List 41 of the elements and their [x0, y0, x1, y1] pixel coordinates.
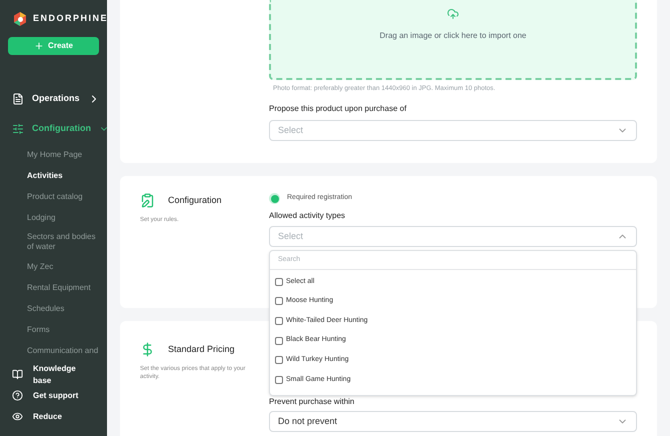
checkbox[interactable]	[275, 278, 283, 286]
checkbox[interactable]	[275, 316, 283, 325]
section-title: Standard Pricing	[168, 342, 235, 356]
section-title: Configuration	[168, 194, 222, 207]
nav-subitem[interactable]: Lodging	[0, 207, 107, 228]
checkbox[interactable]	[275, 336, 283, 345]
document-icon	[12, 93, 24, 105]
dollar-icon	[140, 342, 155, 357]
brand-name: ENDORPHINE	[33, 12, 108, 26]
upload-icon	[447, 8, 459, 20]
nav-subitem[interactable]: Activities	[0, 165, 107, 186]
nav-subitem[interactable]: My Zec	[0, 256, 107, 277]
nav-subitem[interactable]: Forms	[0, 319, 107, 340]
nav-subitem[interactable]: Rental Equipment	[0, 277, 107, 298]
field-label: Propose this product upon purchase of	[269, 102, 408, 115]
checkbox[interactable]	[275, 356, 283, 364]
clipboard-icon	[140, 193, 155, 208]
sliders-icon	[12, 123, 24, 135]
nav-item[interactable]: Get support	[0, 385, 107, 406]
nav-subitem[interactable]: Communication and	[0, 340, 107, 361]
plus-icon	[34, 41, 44, 51]
book-icon	[12, 369, 23, 380]
radio-button[interactable]	[269, 193, 280, 204]
field-label: Prevent purchase within	[269, 396, 356, 408]
nav-item[interactable]: Configuration	[0, 114, 107, 144]
logo-icon	[13, 12, 27, 26]
nav-item[interactable]: Knowledge base	[0, 364, 107, 385]
field-label: Allowed activity types	[269, 210, 346, 222]
image-dropzone[interactable]: Drag an image or click here to import one	[269, 0, 637, 80]
dropzone-text: Drag an image or click here to import one	[380, 30, 526, 42]
select-field[interactable]: Do not prevent	[269, 411, 637, 432]
nav-subitem[interactable]: My Home Page	[0, 144, 107, 165]
nav-subitem[interactable]: Product catalog	[0, 186, 107, 207]
checkbox[interactable]	[275, 376, 283, 384]
nav-item[interactable]: Reduce	[0, 406, 107, 427]
nav-subitem[interactable]: Schedules	[0, 298, 107, 319]
help-icon	[12, 390, 23, 401]
eye-icon	[12, 411, 23, 422]
nav-item[interactable]: Operations	[0, 84, 107, 114]
checkbox[interactable]	[275, 297, 283, 306]
nav-subitem[interactable]: Sectors and bodies of water	[0, 228, 107, 256]
